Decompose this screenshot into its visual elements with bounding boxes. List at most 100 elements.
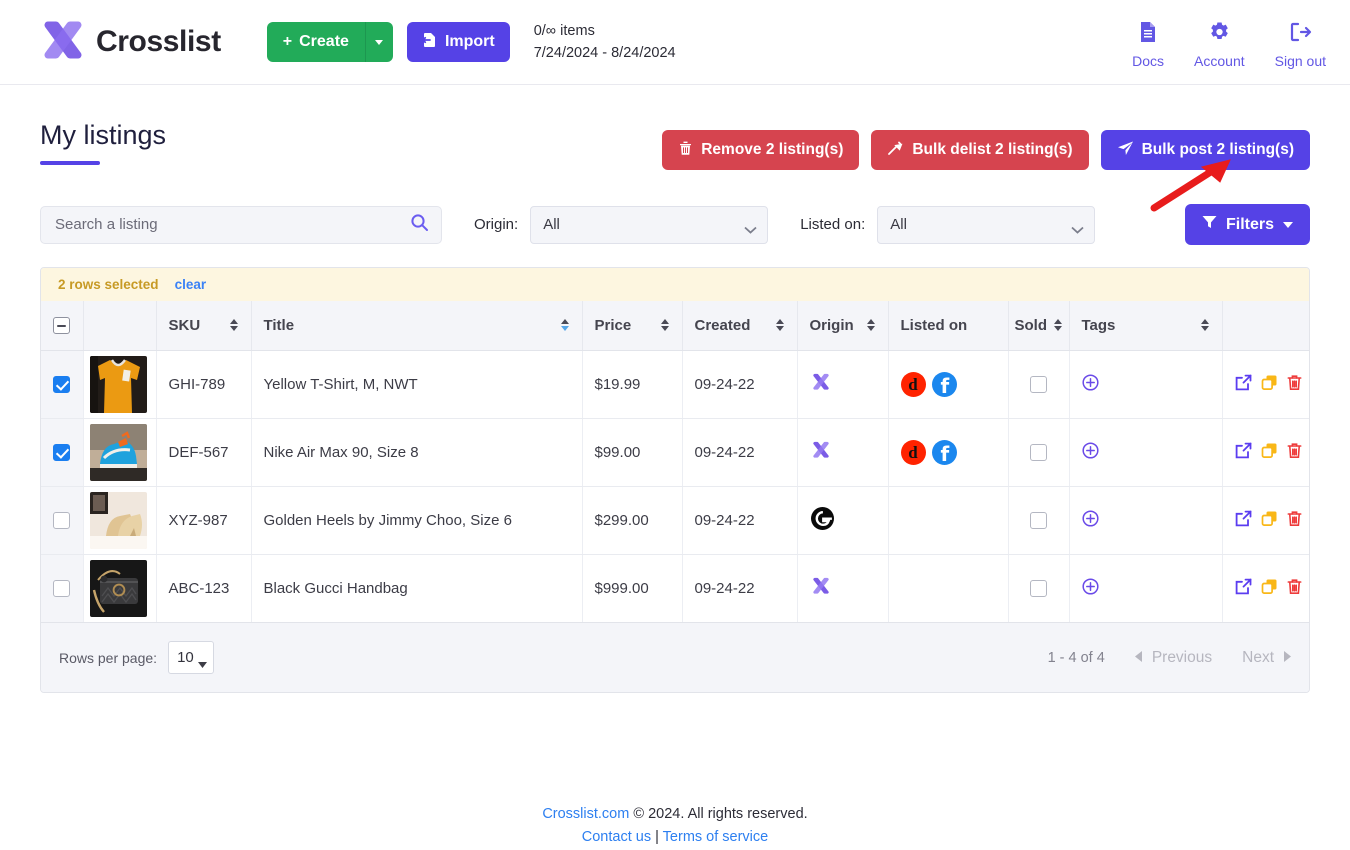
listed-on-select[interactable]: All [877, 206, 1095, 244]
header-action-account-label: Account [1194, 53, 1245, 69]
search-input[interactable] [53, 215, 410, 234]
import-button-label: Import [445, 33, 495, 51]
plus-circle-icon[interactable] [1082, 582, 1099, 599]
duplicate-icon[interactable] [1261, 510, 1278, 531]
row-sold-cell[interactable] [1008, 350, 1069, 418]
row-select-cell[interactable] [41, 554, 83, 622]
open-external-icon[interactable] [1235, 442, 1252, 463]
delete-icon[interactable] [1287, 510, 1302, 531]
sold-checkbox[interactable] [1030, 444, 1047, 461]
duplicate-icon[interactable] [1261, 374, 1278, 395]
row-tags[interactable] [1069, 554, 1222, 622]
table-row[interactable]: XYZ-987 Golden Heels by Jimmy Choo, Size… [41, 486, 1310, 554]
funnel-icon [1202, 215, 1217, 234]
import-button[interactable]: Import [407, 22, 510, 62]
plus-circle-icon[interactable] [1082, 446, 1099, 463]
row-select-cell[interactable] [41, 486, 83, 554]
crosslist-link[interactable]: Crosslist.com [542, 806, 629, 822]
yellow-tshirt-thumbnail [90, 356, 147, 413]
clear-selection-button[interactable]: clear [175, 277, 207, 292]
delete-icon[interactable] [1287, 578, 1302, 599]
row-checkbox[interactable] [53, 376, 70, 393]
sort-icon[interactable] [230, 318, 239, 332]
header-action-account[interactable]: Account [1194, 21, 1245, 69]
plus-circle-icon[interactable] [1082, 514, 1099, 531]
plus-circle-icon[interactable] [1082, 378, 1099, 395]
row-select-cell[interactable] [41, 418, 83, 486]
select-all-header[interactable] [41, 301, 83, 350]
trash-icon [678, 140, 693, 161]
open-external-icon[interactable] [1235, 510, 1252, 531]
crosslist-x-icon [810, 448, 832, 465]
row-tags[interactable] [1069, 486, 1222, 554]
column-header-sku[interactable]: SKU [156, 301, 251, 350]
row-checkbox[interactable] [53, 444, 70, 461]
create-button-group[interactable]: + Create [267, 22, 393, 62]
table-row[interactable]: DEF-567 Nike Air Max 90, Size 8 $99.00 0… [41, 418, 1310, 486]
sort-icon[interactable] [1054, 318, 1063, 332]
row-thumbnail-cell [83, 418, 156, 486]
rows-per-page-select-wrap[interactable]: 10 [168, 641, 214, 674]
listed-on-filter[interactable]: All [877, 206, 1095, 244]
thumbnail-header [83, 301, 156, 350]
search-icon[interactable] [410, 213, 429, 237]
bulk-post-button[interactable]: Bulk post 2 listing(s) [1101, 130, 1310, 170]
row-tags[interactable] [1069, 418, 1222, 486]
header-action-sign-out[interactable]: Sign out [1275, 21, 1326, 69]
column-header-price[interactable]: Price [582, 301, 682, 350]
row-sold-cell[interactable] [1008, 418, 1069, 486]
delete-icon[interactable] [1287, 374, 1302, 395]
origin-filter[interactable]: All [530, 206, 768, 244]
header-actions: Docs Account Sign out [1132, 15, 1326, 69]
filters-button[interactable]: Filters [1185, 204, 1310, 245]
contact-us-link[interactable]: Contact us [582, 829, 651, 845]
sold-checkbox[interactable] [1030, 580, 1047, 597]
bulk-delist-button[interactable]: Bulk delist 2 listing(s) [871, 130, 1088, 170]
open-external-icon[interactable] [1235, 374, 1252, 395]
select-all-checkbox[interactable] [53, 317, 70, 334]
search-box[interactable] [40, 206, 442, 244]
row-sold-cell[interactable] [1008, 554, 1069, 622]
sort-icon[interactable] [776, 318, 785, 332]
rows-per-page-select[interactable]: 10 [168, 641, 214, 674]
create-dropdown-toggle[interactable] [365, 22, 393, 62]
column-header-sold[interactable]: Sold [1008, 301, 1069, 350]
row-checkbox[interactable] [53, 512, 70, 529]
row-sku: XYZ-987 [156, 486, 251, 554]
sort-icon[interactable] [1201, 318, 1210, 332]
column-header-tags[interactable]: Tags [1069, 301, 1222, 350]
header-action-docs[interactable]: Docs [1132, 21, 1164, 69]
row-tags[interactable] [1069, 350, 1222, 418]
previous-page-button[interactable]: Previous [1135, 649, 1212, 667]
row-sold-cell[interactable] [1008, 486, 1069, 554]
row-title: Golden Heels by Jimmy Choo, Size 6 [251, 486, 582, 554]
row-checkbox[interactable] [53, 580, 70, 597]
open-external-icon[interactable] [1235, 578, 1252, 599]
sort-icon[interactable] [561, 318, 570, 332]
brand[interactable]: Crosslist [40, 21, 221, 63]
duplicate-icon[interactable] [1261, 442, 1278, 463]
next-page-button[interactable]: Next [1242, 649, 1291, 667]
sold-checkbox[interactable] [1030, 376, 1047, 393]
sort-icon[interactable] [867, 318, 876, 332]
delete-icon[interactable] [1287, 442, 1302, 463]
origin-select[interactable]: All [530, 206, 768, 244]
listings-table: SKU Title Price Created Origin [41, 301, 1310, 622]
row-actions [1222, 418, 1310, 486]
sign-out-icon [1288, 21, 1312, 48]
listed-on-filter-label: Listed on: [800, 216, 865, 233]
sold-checkbox[interactable] [1030, 512, 1047, 529]
table-row[interactable]: GHI-789 Yellow T-Shirt, M, NWT $19.99 09… [41, 350, 1310, 418]
column-label-price: Price [595, 317, 632, 334]
table-row[interactable]: ABC-123 Black Gucci Handbag $999.00 09-2… [41, 554, 1310, 622]
remove-listings-button[interactable]: Remove 2 listing(s) [662, 130, 859, 170]
sort-icon[interactable] [661, 318, 670, 332]
terms-of-service-link[interactable]: Terms of service [663, 829, 769, 845]
duplicate-icon[interactable] [1261, 578, 1278, 599]
row-select-cell[interactable] [41, 350, 83, 418]
create-button[interactable]: + Create [267, 22, 365, 62]
column-header-origin[interactable]: Origin [797, 301, 888, 350]
gumroad-g-icon [810, 518, 835, 535]
column-header-title[interactable]: Title [251, 301, 582, 350]
column-header-created[interactable]: Created [682, 301, 797, 350]
